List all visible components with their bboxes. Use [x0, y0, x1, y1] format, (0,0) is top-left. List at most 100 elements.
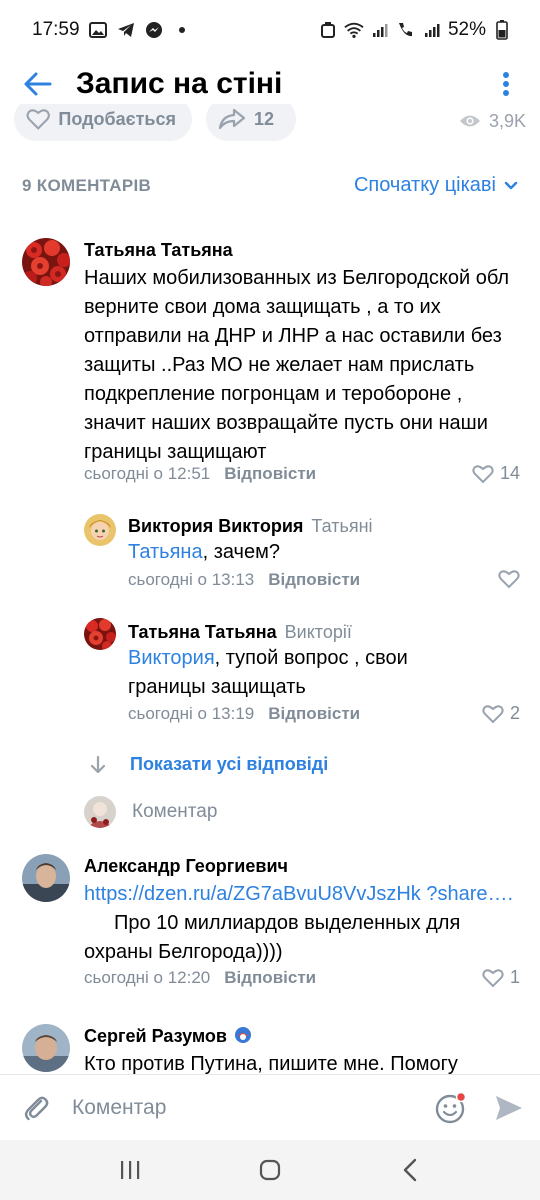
comment-time: сьогодні о 13:19: [128, 704, 255, 723]
call-icon: [396, 20, 416, 40]
signal-icon: [370, 20, 390, 40]
comment-body: Про 10 миллиардов выделенных для охраны …: [84, 912, 461, 963]
like-label: Подобається: [58, 108, 176, 129]
avatar[interactable]: [22, 238, 70, 286]
comment-like-button[interactable]: 2: [482, 703, 520, 724]
arrow-left-icon: [24, 72, 52, 96]
comment-text: Кто против Путина, пишите мне. Помогу: [84, 1053, 458, 1074]
post-actions: Подобається 12 3,9K: [0, 104, 540, 150]
avatar[interactable]: [22, 854, 70, 902]
home-icon: [259, 1159, 281, 1181]
views-counter: 3,9K: [459, 111, 526, 132]
mention-link[interactable]: Виктория: [128, 647, 215, 669]
back-nav-button[interactable]: [380, 1145, 440, 1195]
heart-icon: [482, 704, 504, 723]
chevron-down-icon: [504, 181, 518, 189]
reply-item: Виктория Виктория Татьяні Татьяна, зачем?…: [0, 510, 540, 600]
more-menu-button[interactable]: [488, 66, 524, 102]
signal-2-icon: [422, 20, 442, 40]
reply-button[interactable]: Відповісти: [268, 704, 360, 724]
comment-item: Сергей Разумов Кто против Путина, пишите…: [0, 1018, 540, 1074]
inline-comment-placeholder: Коментар: [132, 801, 218, 822]
comment-like-button[interactable]: 1: [482, 967, 520, 988]
sort-button[interactable]: Спочатку цікаві: [354, 174, 518, 197]
share-icon: [218, 108, 246, 130]
comment-author-name[interactable]: Сергей Разумов: [84, 1026, 227, 1046]
alarm-icon: [318, 20, 338, 40]
comment-author[interactable]: Татьяна Татьяна: [84, 240, 233, 261]
comments-count: 9 КОМЕНТАРІВ: [22, 175, 152, 195]
attach-button[interactable]: [0, 1075, 72, 1141]
show-all-replies-button[interactable]: Показати усі відповіді: [90, 754, 328, 775]
reply-body: , зачем?: [202, 541, 280, 563]
chevron-left-icon: [403, 1158, 417, 1182]
reply-text: Татьяна, зачем?: [128, 538, 518, 567]
reply-button[interactable]: Відповісти: [268, 570, 360, 590]
paperclip-icon: [24, 1096, 49, 1120]
reply-button[interactable]: Відповісти: [224, 464, 316, 484]
comment-link[interactable]: https://dzen.ru/a/ZG7aBvuU8VvJszHk ?shar…: [84, 883, 513, 905]
mention-link[interactable]: Татьяна: [128, 541, 203, 563]
status-bar: 17:59 52%: [0, 0, 540, 60]
show-all-replies-label: Показати усі відповіді: [130, 754, 329, 774]
comments-header: 9 КОМЕНТАРІВ Спочатку цікаві: [22, 174, 518, 197]
roses-avatar-image: [22, 238, 70, 286]
comment-meta: сьогодні о 12:20 Відповісти: [84, 968, 316, 988]
like-button[interactable]: Подобається: [14, 104, 192, 141]
comment-author[interactable]: Александр Георгиевич: [84, 856, 288, 877]
cartoon-avatar-image: [84, 514, 116, 546]
smiley-icon: [435, 1091, 467, 1123]
telegram-icon: [116, 20, 136, 40]
reply-to[interactable]: Викторії: [285, 622, 352, 642]
comment-like-count: 1: [509, 967, 520, 987]
battery-percent: 52%: [447, 19, 486, 40]
comment-text: https://dzen.ru/a/ZG7aBvuU8VvJszHk ?shar…: [84, 880, 524, 967]
home-button[interactable]: [240, 1145, 300, 1195]
status-time: 17:59: [32, 19, 80, 40]
reply-author: Виктория Виктория Татьяні: [128, 516, 373, 537]
reply-to[interactable]: Татьяні: [311, 516, 372, 536]
reply-author-name[interactable]: Виктория Виктория: [128, 516, 303, 536]
gallery-icon: [88, 20, 108, 40]
reply-text: Виктория, тупой вопрос , свои границы за…: [128, 644, 428, 702]
page-title: Запис на стіні: [76, 67, 283, 100]
emoji-button[interactable]: [424, 1081, 478, 1135]
man-avatar-image: [22, 1024, 70, 1072]
comment-time: сьогодні о 12:51: [84, 464, 211, 483]
reply-item: Татьяна Татьяна Викторії Виктория, тупой …: [0, 616, 540, 736]
reply-button[interactable]: Відповісти: [224, 968, 316, 988]
comment-input[interactable]: [72, 1085, 424, 1130]
comment-like-count: 14: [499, 463, 520, 483]
badge-icon: [235, 1027, 252, 1043]
more-vertical-icon: [503, 72, 509, 96]
back-button[interactable]: [0, 60, 76, 108]
share-count: 12: [254, 108, 275, 129]
app-header: Запис на стіні: [0, 60, 540, 108]
heart-icon: [472, 464, 494, 483]
comment-meta: сьогодні о 13:19 Відповісти: [128, 704, 360, 724]
recent-apps-button[interactable]: [100, 1145, 160, 1195]
comment-meta: сьогодні о 13:13 Відповісти: [128, 570, 360, 590]
recent-apps-icon: [121, 1161, 140, 1179]
comment-meta: сьогодні о 12:51 Відповісти: [84, 464, 316, 484]
arrow-down-icon: [90, 755, 106, 773]
send-button[interactable]: [478, 1081, 540, 1135]
comment-like-button[interactable]: 14: [472, 463, 520, 484]
reply-author-name[interactable]: Татьяна Татьяна: [128, 622, 277, 642]
heart-icon: [26, 109, 50, 130]
reply-author: Татьяна Татьяна Викторії: [128, 622, 352, 643]
avatar[interactable]: [84, 618, 116, 650]
man-avatar-image: [22, 854, 70, 902]
eye-icon: [459, 115, 480, 127]
avatar[interactable]: [22, 1024, 70, 1072]
comment-text: Наших мобилизованных из Белгородской обл…: [84, 267, 510, 463]
avatar[interactable]: [84, 514, 116, 546]
comment-like-button[interactable]: [498, 569, 520, 589]
user-avatar-image: [84, 796, 116, 828]
roses-avatar-image: [84, 618, 116, 650]
share-button[interactable]: 12: [206, 104, 296, 141]
system-nav-bar: [0, 1140, 540, 1200]
comment-time: сьогодні о 12:20: [84, 968, 211, 987]
inline-comment-input[interactable]: Коментар: [84, 796, 217, 828]
comment-item: Александр Георгиевич https://dzen.ru/a/Z…: [0, 850, 540, 1000]
